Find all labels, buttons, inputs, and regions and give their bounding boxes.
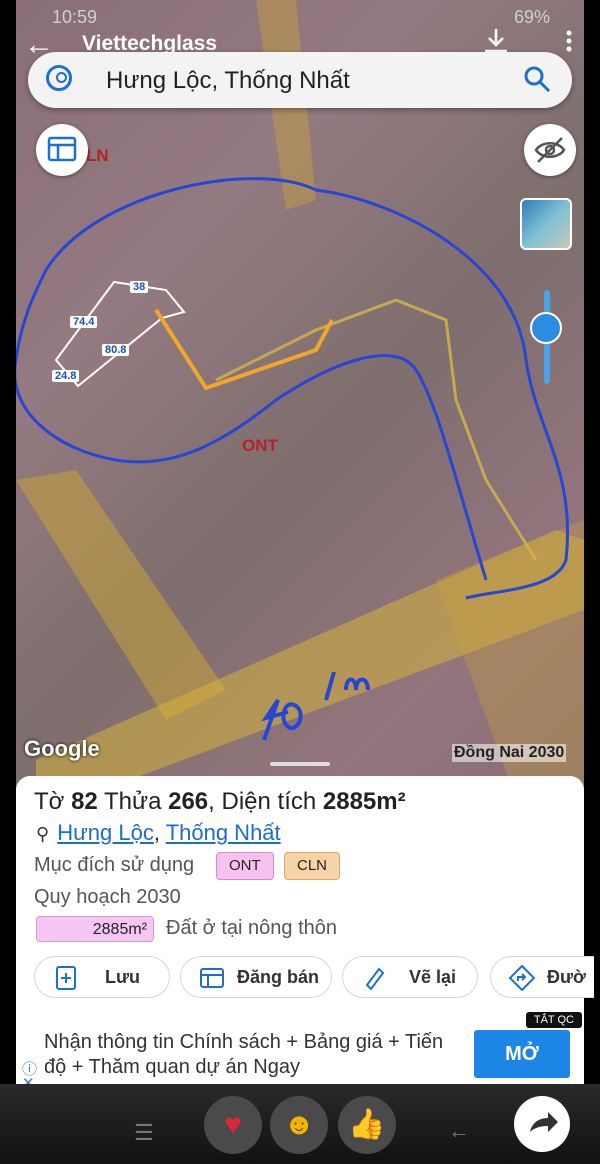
save-button[interactable]: Lưu bbox=[34, 956, 170, 998]
area-value: 2885m² bbox=[322, 788, 406, 815]
sheet-number: 82 bbox=[71, 788, 98, 815]
recent-apps-icon[interactable]: ☰ bbox=[134, 1120, 154, 1146]
map-label-ont: ONT bbox=[242, 436, 278, 455]
post-sale-button[interactable]: Đăng bán bbox=[180, 956, 332, 998]
parcel-title: Tờ 82 Thửa 266, Diện tích 2885m² bbox=[34, 788, 406, 816]
parcel-edge-label: 80.8 bbox=[102, 344, 130, 356]
post-sale-label: Đăng bán bbox=[237, 967, 320, 987]
map-overlay bbox=[16, 0, 584, 800]
plan-area-description: Đất ở tại nông thôn bbox=[166, 917, 338, 939]
parcel-info-sheet: Tờ 82 Thửa 266, Diện tích 2885m² ⚲ Hưng L… bbox=[16, 762, 594, 1012]
land-use-label: Mục đích sử dụng bbox=[34, 854, 195, 876]
screen: LN ONT 38 74.4 80.8 24.8 Google Đồng Nai… bbox=[0, 0, 600, 1164]
redraw-icon bbox=[365, 967, 385, 991]
add-file-icon bbox=[56, 966, 76, 990]
more-vert-icon[interactable] bbox=[564, 26, 574, 56]
search-icon[interactable] bbox=[522, 64, 552, 94]
map-view[interactable]: LN ONT 38 74.4 80.8 24.8 bbox=[16, 0, 584, 800]
land-use-tag-cln: CLN bbox=[284, 852, 341, 880]
area-label: , Diện tích bbox=[208, 788, 323, 815]
commune-link[interactable]: Hưng Lộc bbox=[57, 820, 154, 845]
parcel-location: ⚲ Hưng Lộc, Thống Nhất bbox=[36, 820, 281, 846]
status-battery: 69% bbox=[513, 7, 550, 27]
action-row: Lưu Đăng bán Vẽ lại Đườ bbox=[34, 956, 594, 1000]
bottom-bar: ☰ ♥ ☻ 👍 ← bbox=[0, 1084, 600, 1164]
ad-text: Nhận thông tin Chính sách + Bảng giá + T… bbox=[44, 1031, 444, 1078]
share-button[interactable] bbox=[514, 1096, 570, 1152]
status-time: 10:59 bbox=[52, 7, 98, 27]
google-logo: Google bbox=[24, 736, 100, 761]
parcel-edge-label: 38 bbox=[130, 281, 149, 293]
hide-ad-button[interactable]: TẮT QC bbox=[525, 1012, 582, 1028]
directions-label: Đườ bbox=[547, 967, 586, 987]
directions-button[interactable]: Đườ bbox=[490, 956, 594, 998]
save-label: Lưu bbox=[105, 967, 141, 987]
search-input[interactable] bbox=[104, 61, 528, 101]
plan-label: Quy hoạch 2030 bbox=[34, 886, 181, 908]
parcel-number: 266 bbox=[168, 788, 209, 815]
layers-icon bbox=[47, 136, 77, 162]
thumbs-up-reaction-icon[interactable]: 👍 bbox=[338, 1096, 396, 1154]
directions-icon bbox=[509, 965, 535, 991]
parcel-label: Thửa bbox=[97, 788, 169, 815]
heart-reaction-icon[interactable]: ♥ bbox=[204, 1096, 262, 1154]
ad-open-button[interactable]: MỞ bbox=[474, 1030, 570, 1078]
search-bar bbox=[28, 52, 572, 108]
share-icon bbox=[530, 1112, 558, 1132]
map-pin-icon: ⚲ bbox=[36, 824, 50, 844]
plan-badge: Đồng Nai 2030 bbox=[452, 744, 567, 762]
map-label-ln: LN bbox=[86, 146, 109, 165]
layers-button[interactable] bbox=[36, 124, 88, 176]
opacity-slider-handle[interactable] bbox=[530, 312, 562, 344]
laugh-reaction-icon[interactable]: ☻ bbox=[270, 1096, 328, 1154]
toggle-visibility-button[interactable] bbox=[524, 124, 576, 176]
sheet-handle[interactable] bbox=[270, 762, 330, 766]
district-link[interactable]: Thống Nhất bbox=[166, 820, 281, 845]
parcel-edge-label: 74.4 bbox=[70, 316, 98, 328]
nav-back-icon[interactable]: ← bbox=[448, 1118, 470, 1144]
user-circle-icon[interactable] bbox=[46, 65, 72, 91]
sheet-label: Tờ bbox=[34, 788, 72, 815]
location-separator: , bbox=[153, 820, 166, 845]
basemap-thumbnail[interactable] bbox=[520, 198, 572, 250]
ad-banner: TẮT QC Nhận thông tin Chính sách + Bảng … bbox=[16, 1012, 584, 1092]
land-use-tag-ont: ONT bbox=[216, 852, 274, 880]
redraw-label: Vẽ lại bbox=[409, 967, 457, 987]
sale-icon bbox=[200, 968, 224, 988]
parcel-edge-label: 24.8 bbox=[52, 370, 80, 382]
eye-off-icon bbox=[534, 137, 566, 163]
plan-area-badge: 2885m² bbox=[36, 916, 154, 942]
redraw-button[interactable]: Vẽ lại bbox=[342, 956, 478, 998]
